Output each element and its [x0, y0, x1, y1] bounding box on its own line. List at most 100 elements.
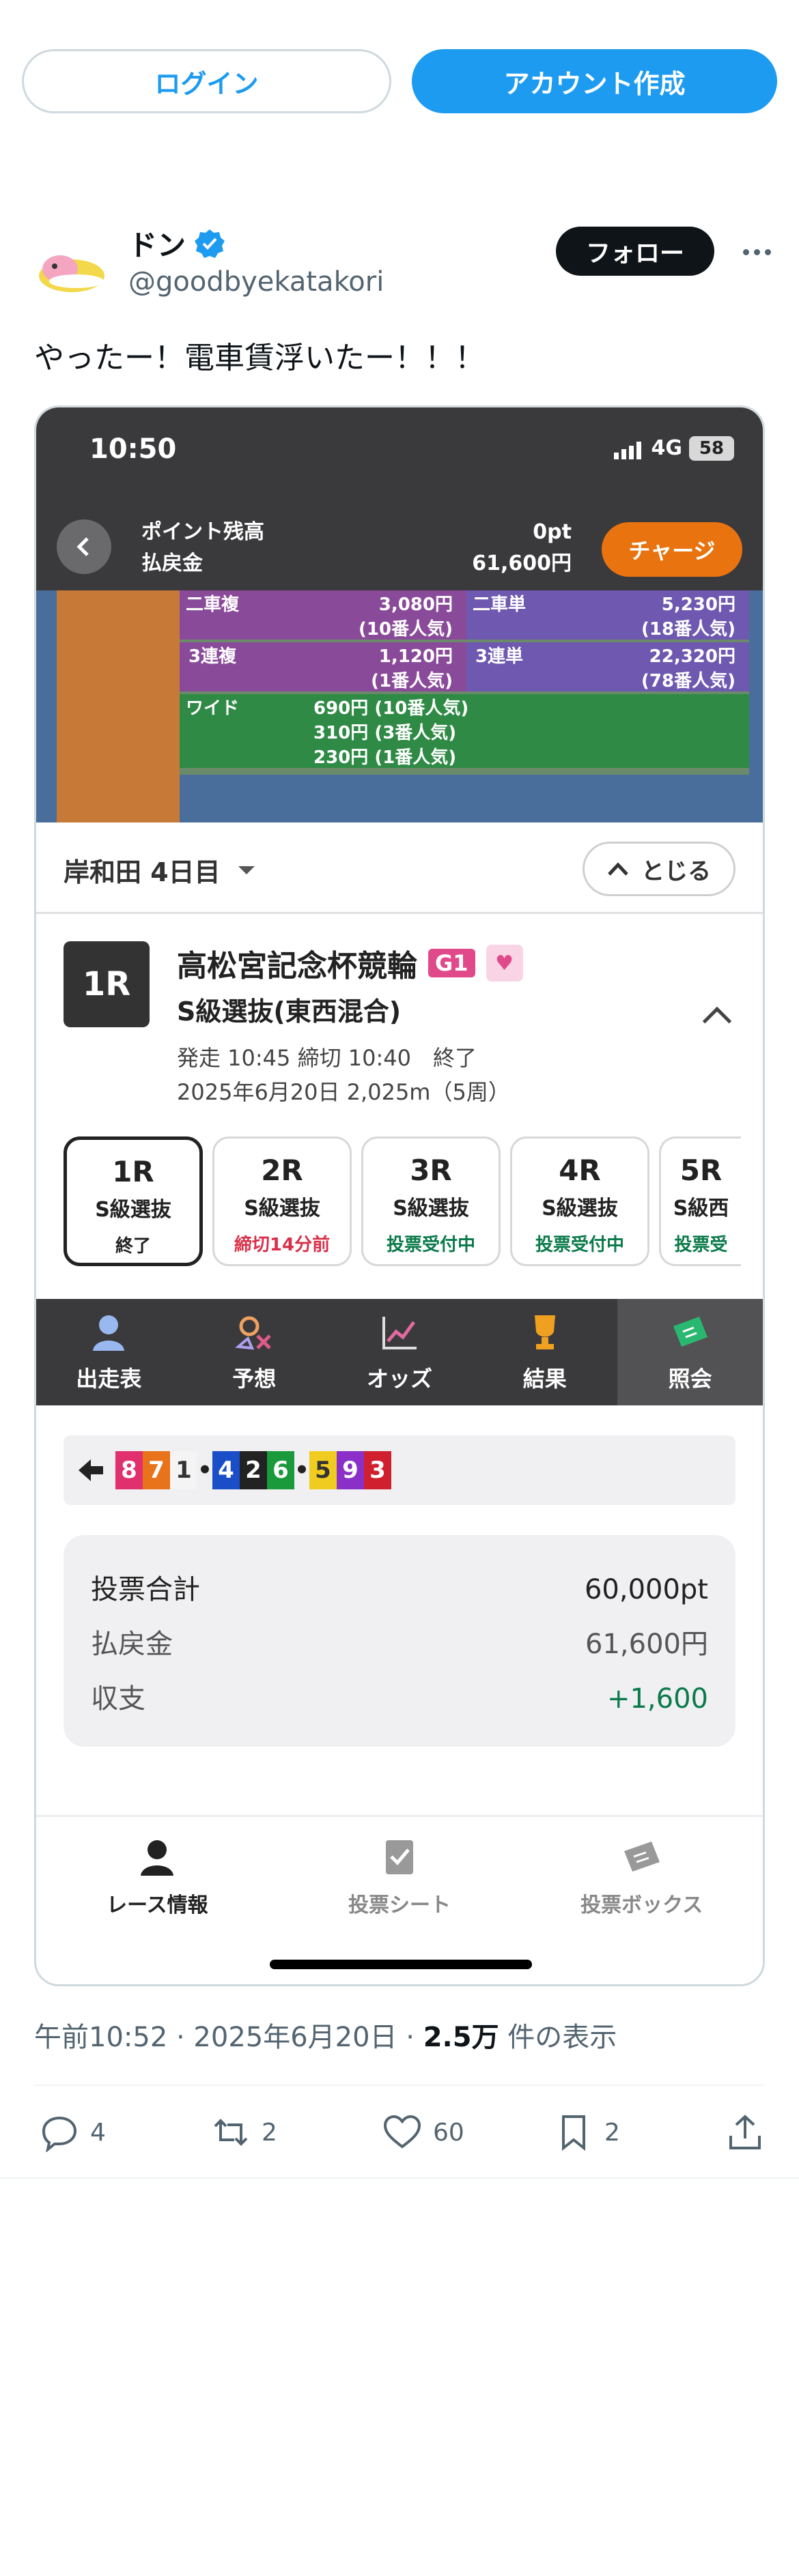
- tweet-timestamp[interactable]: 午前10:52 · 2025年6月20日 ·: [34, 2022, 423, 2053]
- tweet-header: ドン @goodbyekatakori フォロー: [34, 218, 777, 307]
- race-times: 発走 10:45 締切 10:40 終了: [177, 1045, 477, 1071]
- nav-results[interactable]: 結果: [472, 1299, 617, 1405]
- avatar[interactable]: [34, 233, 109, 309]
- summary-total-row: 投票合計 60,000pt: [91, 1574, 708, 1605]
- rider-icon: [93, 1315, 125, 1351]
- board-row: 3連単 22,320円: [466, 642, 749, 667]
- signup-button[interactable]: アカウント作成: [412, 49, 777, 113]
- arrow-left-icon: [79, 1459, 103, 1481]
- more-options-icon[interactable]: [736, 235, 777, 269]
- login-button[interactable]: ログイン: [22, 49, 391, 113]
- summary-payout-row: 払戻金 61,600円: [91, 1629, 708, 1660]
- chevron-up-icon: [608, 862, 628, 876]
- venue-title: 岸和田 4日目: [64, 857, 221, 887]
- rider-icon: [141, 1840, 174, 1876]
- nav-prediction[interactable]: 予想: [182, 1299, 327, 1405]
- checklist-icon: [386, 1840, 413, 1874]
- reply-button[interactable]: 4: [40, 2113, 211, 2152]
- race-info: 発走 10:45 締切 10:40 終了 2025年6月20日 2,025m（5…: [177, 1041, 510, 1109]
- prediction-icon: [235, 1316, 271, 1350]
- separator-dot: •: [294, 1457, 309, 1484]
- summary-balance-row: 収支 +1,600: [91, 1683, 708, 1715]
- points-balance-label: ポイント残高: [141, 520, 264, 544]
- venue-header: 岸和田 4日目 とじる: [36, 822, 763, 914]
- bike-number: 5: [309, 1451, 337, 1489]
- bookmark-button[interactable]: 2: [554, 2113, 725, 2152]
- board-row: 3連複 1,120円: [180, 642, 466, 667]
- race-tab[interactable]: 1R S級選抜 終了: [64, 1136, 203, 1266]
- collapse-chevron-icon[interactable]: [702, 1006, 732, 1036]
- race-tab[interactable]: 3R S級選抜 投票受付中: [361, 1136, 501, 1266]
- board-row: (18番人気): [466, 615, 749, 640]
- race-video[interactable]: 二車複 3,080円 (10番人気) 二車単 5,230円 (18番人気) 3連複 1…: [36, 590, 763, 822]
- follow-button[interactable]: フォロー: [556, 227, 714, 276]
- race-tab[interactable]: 5R S級西 投票受: [659, 1136, 741, 1266]
- race-title-row: 高松宮記念杯競輪 G1 ♥: [177, 941, 523, 985]
- bike-number: 8: [115, 1451, 143, 1489]
- video-payout-board: 二車複 3,080円 (10番人気) 二車単 5,230円 (18番人気) 3連複 1…: [180, 590, 749, 775]
- status-time: 10:50: [89, 433, 177, 465]
- points-bar: ポイント残高 払戻金 0pt 61,600円 チャージ: [36, 496, 763, 590]
- like-button[interactable]: 60: [382, 2113, 554, 2152]
- grade-badge: G1: [428, 949, 475, 977]
- display-name[interactable]: ドン: [128, 223, 186, 264]
- tweet-meta: 午前10:52 · 2025年6月20日 · 2.5万 件の表示: [34, 2015, 617, 2055]
- bike-number: 4: [212, 1451, 240, 1489]
- charge-button[interactable]: チャージ: [602, 522, 742, 577]
- back-button[interactable]: [57, 519, 111, 574]
- home-indicator: [270, 1960, 532, 1969]
- board-row: 230円 (1番人気): [180, 743, 749, 768]
- view-label: 件の表示: [499, 2022, 617, 2053]
- close-button[interactable]: とじる: [583, 842, 735, 896]
- close-label: とじる: [641, 857, 711, 885]
- bottom-nav-race-info[interactable]: レース情報: [36, 1817, 279, 1984]
- reply-icon: [42, 2116, 77, 2152]
- points-labels: ポイント残高 払戻金: [141, 517, 264, 579]
- race-class: S級選抜(東西混合): [177, 997, 402, 1027]
- bookmark-icon: [562, 2115, 585, 2151]
- view-count: 2.5万: [423, 2022, 499, 2053]
- retweet-icon: [214, 2119, 248, 2146]
- race-date-distance: 2025年6月20日 2,025m（5周）: [177, 1079, 510, 1105]
- separator-dot: •: [197, 1457, 212, 1484]
- race-summary: 1R 高松宮記念杯競輪 G1 ♥ S級選抜(東西混合) 発走 10:45 締切 …: [36, 914, 763, 1136]
- payout-value: 61,600円: [472, 552, 572, 575]
- bike-number: 3: [364, 1451, 391, 1489]
- nav-odds[interactable]: オッズ: [327, 1299, 473, 1405]
- venue-selector[interactable]: 岸和田 4日目: [64, 851, 255, 889]
- points-balance-value: 0pt: [533, 520, 572, 544]
- ticket-icon: [623, 1842, 660, 1872]
- chart-icon: [382, 1317, 417, 1349]
- board-row: 310円 (3番人気): [180, 719, 749, 743]
- race-tab[interactable]: 4R S級選抜 投票受付中: [510, 1136, 649, 1266]
- share-icon: [729, 2115, 761, 2149]
- auth-bar: ログイン アカウント作成: [22, 49, 777, 113]
- heart-icon[interactable]: ♥: [486, 945, 523, 982]
- nav-inquiry[interactable]: 照会: [617, 1299, 763, 1405]
- display-name-row[interactable]: ドン: [128, 223, 225, 264]
- battery-icon: 58: [689, 436, 734, 461]
- board-row: (78番人気): [466, 667, 749, 691]
- payout-label: 払戻金: [141, 552, 203, 575]
- bike-number: 1: [170, 1451, 197, 1489]
- heart-icon: [383, 2115, 421, 2149]
- share-button[interactable]: [725, 2113, 765, 2152]
- retweet-button[interactable]: 2: [211, 2113, 382, 2152]
- points-values: 0pt 61,600円: [472, 517, 572, 579]
- ticket-icon: [673, 1317, 707, 1347]
- network-label: 4G: [651, 436, 683, 460]
- bike-number: 2: [240, 1451, 267, 1489]
- nav-entries[interactable]: 出走表: [36, 1299, 182, 1405]
- board-row: ワイド 690円 (10番人気): [180, 694, 749, 719]
- signal-icon: [614, 442, 641, 459]
- race-name: 高松宮記念杯競輪: [177, 949, 417, 984]
- tweet-actions: 4 2 60 2: [40, 2105, 765, 2160]
- tweet-text: やったー！電車賃浮いたー！！！: [34, 341, 485, 375]
- chevron-left-icon: [76, 537, 89, 556]
- bottom-nav-bet-box[interactable]: 投票ボックス: [520, 1817, 763, 1984]
- race-nav: 出走表 予想 オッズ 結果 照会: [36, 1299, 763, 1405]
- race-tab[interactable]: 2R S級選抜 締切14分前: [212, 1136, 352, 1266]
- attached-image[interactable]: 10:50 4G 58 ポイント残高 払戻金 0pt 61,600円 チャージ …: [34, 405, 765, 1986]
- verified-badge-icon: [195, 229, 225, 258]
- handle[interactable]: @goodbyekatakori: [128, 266, 384, 298]
